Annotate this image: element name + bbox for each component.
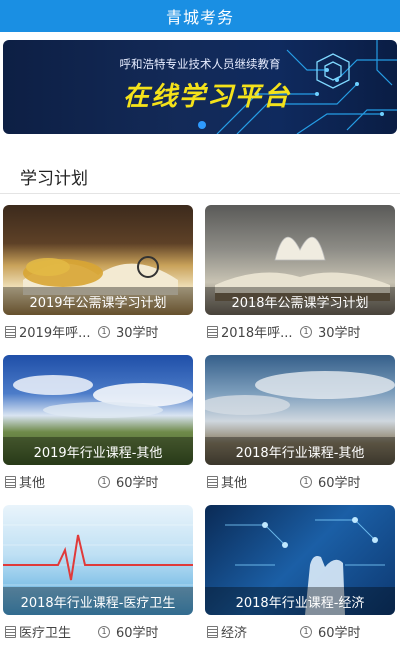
course-category: 2019年呼...	[19, 326, 91, 341]
course-caption: 2018年行业课程-其他	[205, 437, 395, 465]
clock-icon: 1	[300, 325, 312, 338]
banner-subtitle: 呼和浩特专业技术人员继续教育	[119, 57, 281, 71]
course-caption: 2018年行业课程-医疗卫生	[3, 587, 193, 615]
course-image[interactable]: 2019年行业课程-其他	[3, 355, 193, 465]
course-caption: 2018年公需课学习计划	[205, 287, 395, 315]
course-image[interactable]: 2018年行业课程-其他	[205, 355, 395, 465]
course-image[interactable]: 2018年行业课程-经济	[205, 505, 395, 615]
document-icon	[5, 625, 16, 638]
course-category: 经济	[221, 626, 248, 641]
course-category: 其他	[221, 476, 248, 491]
clock-icon: 1	[300, 625, 312, 638]
course-image[interactable]: 2018年行业课程-医疗卫生	[3, 505, 193, 615]
document-icon	[207, 325, 218, 338]
course-card[interactable]: 2018年行业课程-医疗卫生 医疗卫生 1 60学时	[3, 505, 193, 641]
document-icon	[5, 325, 16, 338]
clock-icon: 1	[98, 475, 110, 488]
document-icon	[207, 475, 218, 488]
section-title: 学习计划	[20, 169, 88, 189]
course-hours: 30学时	[116, 326, 159, 341]
carousel-indicator[interactable]	[198, 121, 206, 129]
course-card[interactable]: 2018年公需课学习计划 2018年呼... 1 30学时	[205, 205, 395, 341]
section-divider	[0, 193, 400, 194]
clock-icon: 1	[98, 625, 110, 638]
course-image[interactable]: 2018年公需课学习计划	[205, 205, 395, 315]
course-image[interactable]: 2019年公需课学习计划	[3, 205, 193, 315]
clock-icon: 1	[300, 475, 312, 488]
course-hours: 60学时	[116, 476, 159, 491]
course-hours: 30学时	[318, 326, 361, 341]
course-caption: 2019年行业课程-其他	[3, 437, 193, 465]
course-hours: 60学时	[116, 626, 159, 641]
document-icon	[207, 625, 218, 638]
course-hours: 60学时	[318, 626, 361, 641]
course-card[interactable]: 2018年行业课程-其他 其他 1 60学时	[205, 355, 395, 491]
course-caption: 2019年公需课学习计划	[3, 287, 193, 315]
course-card[interactable]: 2018年行业课程-经济 经济 1 60学时	[205, 505, 395, 641]
course-category: 2018年呼...	[221, 326, 293, 341]
clock-icon: 1	[98, 325, 110, 338]
course-caption: 2018年行业课程-经济	[205, 587, 395, 615]
document-icon	[5, 475, 16, 488]
app-title-bar: 青城考务	[0, 0, 400, 32]
course-category: 其他	[19, 476, 46, 491]
course-category: 医疗卫生	[19, 626, 72, 641]
course-card[interactable]: 2019年公需课学习计划 2019年呼... 1 30学时	[3, 205, 193, 341]
course-hours: 60学时	[318, 476, 361, 491]
app-title: 青城考务	[165, 8, 234, 27]
banner-carousel[interactable]: 呼和浩特专业技术人员继续教育 在线学习平台	[3, 40, 397, 134]
banner-headline: 在线学习平台	[123, 82, 292, 112]
course-card[interactable]: 2019年行业课程-其他 其他 1 60学时	[3, 355, 193, 491]
